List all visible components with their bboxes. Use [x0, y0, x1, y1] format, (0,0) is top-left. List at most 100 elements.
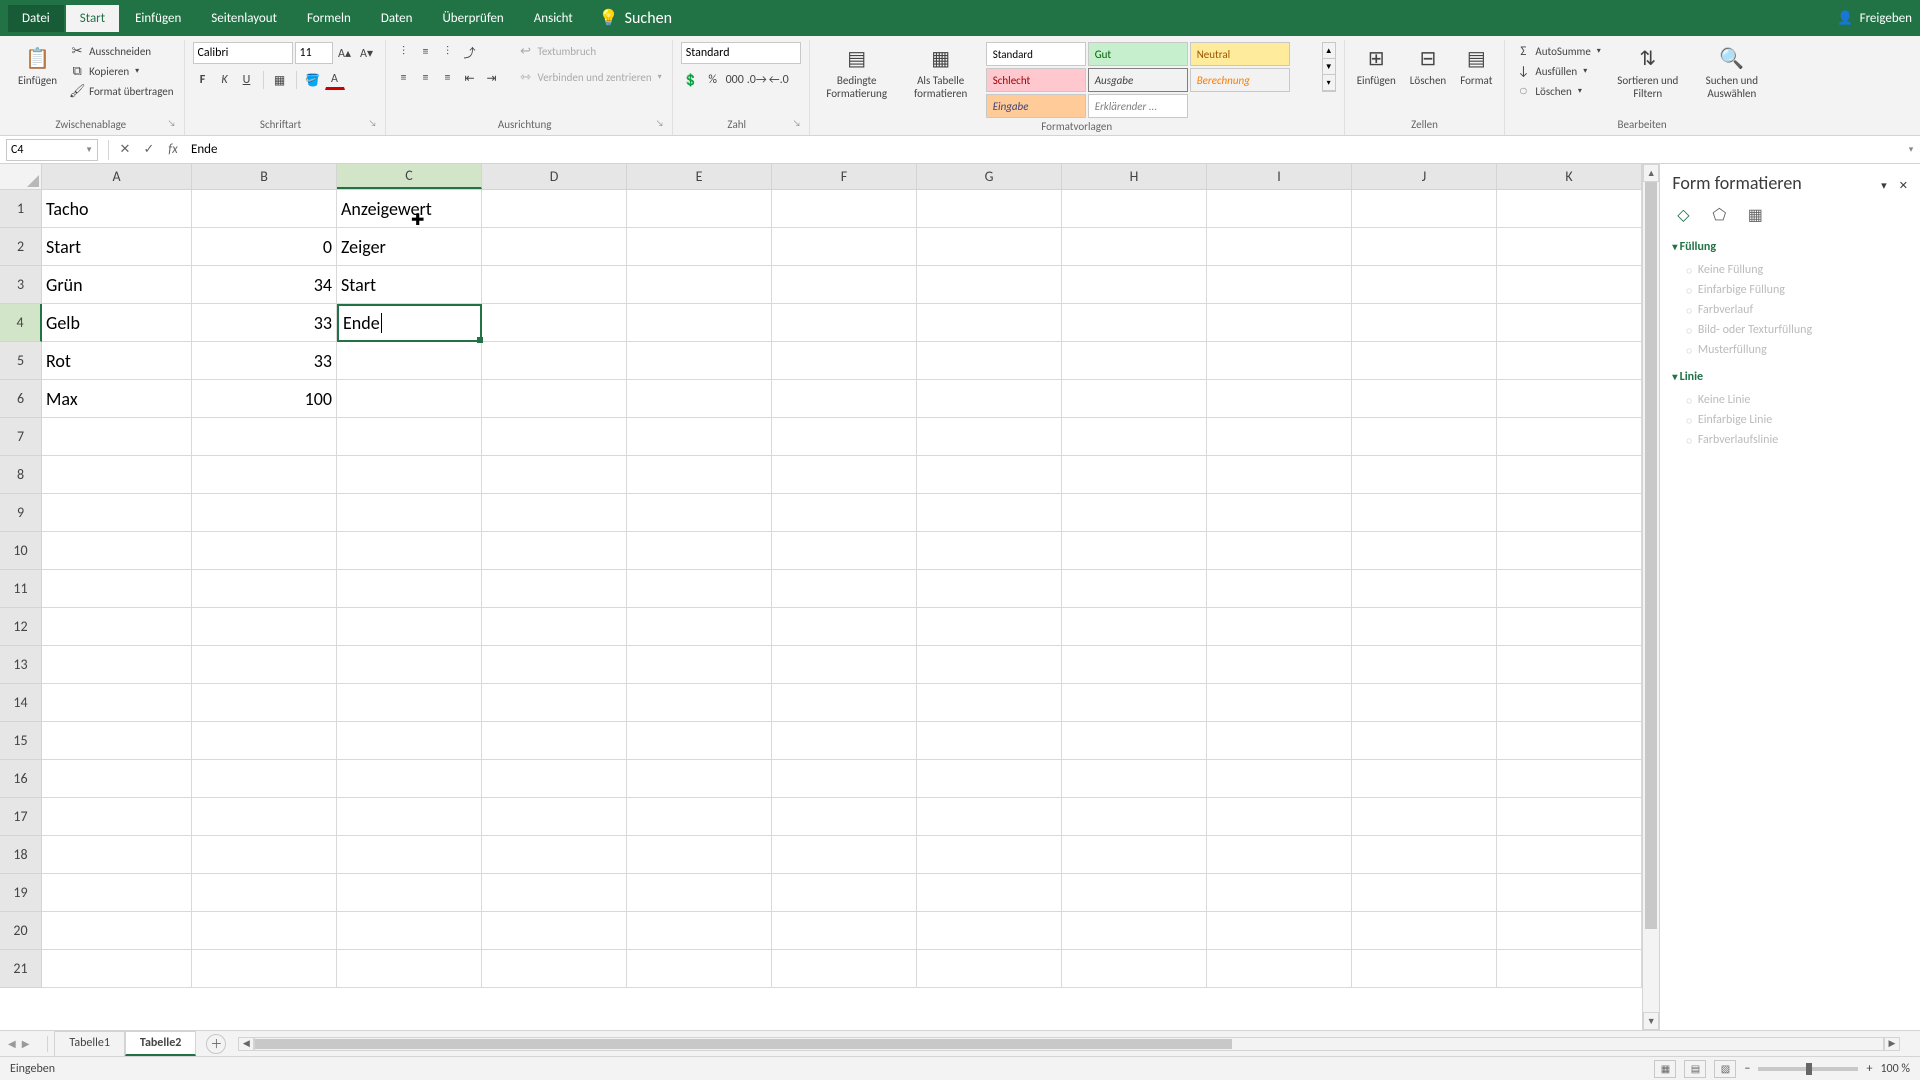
cell[interactable]: 33 [192, 342, 337, 380]
cell[interactable]: Rot [42, 342, 192, 380]
decrease-indent-icon[interactable]: ⇤ [460, 68, 480, 88]
cell[interactable] [1062, 570, 1207, 608]
column-header[interactable]: J [1352, 164, 1497, 189]
column-header[interactable]: I [1207, 164, 1352, 189]
cell[interactable] [482, 798, 627, 836]
cell[interactable] [1062, 874, 1207, 912]
cancel-edit-button[interactable]: ✕ [113, 139, 137, 161]
select-all-button[interactable] [0, 164, 42, 189]
cell[interactable] [772, 836, 917, 874]
cell[interactable] [192, 950, 337, 988]
cell[interactable] [42, 912, 192, 950]
sort-filter-button[interactable]: ⇅Sortieren und Filtern [1609, 42, 1687, 102]
cell[interactable] [1352, 494, 1497, 532]
cell[interactable] [42, 684, 192, 722]
align-middle-icon[interactable]: ≡ [416, 42, 436, 62]
cell[interactable] [1207, 760, 1352, 798]
cell[interactable]: Ende [337, 304, 482, 342]
zoom-level[interactable]: 100 % [1880, 1062, 1910, 1076]
cell[interactable] [482, 608, 627, 646]
cell[interactable] [627, 266, 772, 304]
style-explanatory[interactable]: Erklärender ... [1088, 94, 1188, 118]
column-header[interactable]: G [917, 164, 1062, 189]
thousands-icon[interactable]: 000 [725, 70, 745, 90]
cell[interactable] [1497, 684, 1642, 722]
cell[interactable] [627, 342, 772, 380]
cell[interactable] [1497, 798, 1642, 836]
cell[interactable] [1352, 190, 1497, 228]
cell[interactable] [1352, 266, 1497, 304]
cell[interactable] [42, 798, 192, 836]
tab-review[interactable]: Überprüfen [428, 5, 517, 32]
cell[interactable] [482, 722, 627, 760]
cell[interactable]: Tacho [42, 190, 192, 228]
style-input[interactable]: Eingabe [986, 94, 1086, 118]
cell[interactable] [627, 722, 772, 760]
cell[interactable] [772, 494, 917, 532]
cell[interactable] [482, 418, 627, 456]
cell[interactable] [917, 912, 1062, 950]
cell[interactable] [917, 190, 1062, 228]
cell[interactable] [627, 798, 772, 836]
cell[interactable] [1352, 836, 1497, 874]
cell[interactable] [1352, 950, 1497, 988]
cell[interactable] [1352, 570, 1497, 608]
cell[interactable] [1497, 418, 1642, 456]
cell[interactable] [1497, 228, 1642, 266]
cell[interactable] [1497, 342, 1642, 380]
paste-button[interactable]: 📋 Einfügen [14, 42, 61, 89]
column-header[interactable]: F [772, 164, 917, 189]
italic-icon[interactable]: K [215, 70, 235, 90]
cell[interactable] [627, 494, 772, 532]
row-header[interactable]: 20 [0, 912, 42, 950]
cell[interactable] [1062, 228, 1207, 266]
cell[interactable] [1352, 304, 1497, 342]
number-launcher-icon[interactable]: ↘ [793, 118, 801, 129]
cell[interactable] [1062, 836, 1207, 874]
name-box[interactable]: C4▼ [6, 139, 98, 161]
style-neutral[interactable]: Neutral [1190, 42, 1290, 66]
cell[interactable] [1062, 798, 1207, 836]
cell[interactable] [1497, 912, 1642, 950]
cell[interactable]: Anzeigewert✚ [337, 190, 482, 228]
cell[interactable] [482, 380, 627, 418]
cell[interactable]: 34 [192, 266, 337, 304]
cell[interactable] [1207, 342, 1352, 380]
sheet-nav-prev-icon[interactable]: ◀ [8, 1037, 16, 1050]
cell[interactable] [1062, 342, 1207, 380]
cell[interactable] [337, 722, 482, 760]
row-header[interactable]: 17 [0, 798, 42, 836]
scroll-left-icon[interactable]: ◀ [238, 1037, 254, 1051]
cell[interactable] [1062, 380, 1207, 418]
cell[interactable] [482, 494, 627, 532]
cell[interactable] [1352, 874, 1497, 912]
cell[interactable] [482, 684, 627, 722]
cell[interactable] [1062, 266, 1207, 304]
cell[interactable] [772, 456, 917, 494]
conditional-formatting-button[interactable]: ▤ Bedingte Formatierung [818, 42, 896, 102]
cell[interactable] [1352, 342, 1497, 380]
cell[interactable] [917, 266, 1062, 304]
cut-button[interactable]: ✂Ausschneiden [67, 42, 175, 60]
sheet-nav-next-icon[interactable]: ▶ [22, 1037, 30, 1050]
cell[interactable]: 100 [192, 380, 337, 418]
horizontal-scrollbar[interactable]: ◀ ▶ [238, 1037, 1900, 1051]
orientation-icon[interactable]: ⤴ [460, 42, 480, 62]
row-header[interactable]: 21 [0, 950, 42, 988]
cell[interactable] [192, 570, 337, 608]
cell[interactable] [192, 456, 337, 494]
cell[interactable] [1207, 190, 1352, 228]
style-good[interactable]: Gut [1088, 42, 1188, 66]
insert-cells-button[interactable]: ⊞Einfügen [1353, 42, 1400, 89]
percent-icon[interactable]: % [703, 70, 723, 90]
cell[interactable] [772, 874, 917, 912]
cell[interactable] [482, 760, 627, 798]
cell[interactable] [1207, 228, 1352, 266]
cell[interactable] [1207, 380, 1352, 418]
cell[interactable] [482, 646, 627, 684]
cell[interactable] [917, 456, 1062, 494]
row-header[interactable]: 8 [0, 456, 42, 494]
cell[interactable] [1207, 722, 1352, 760]
cell[interactable] [917, 380, 1062, 418]
row-header[interactable]: 3 [0, 266, 42, 304]
